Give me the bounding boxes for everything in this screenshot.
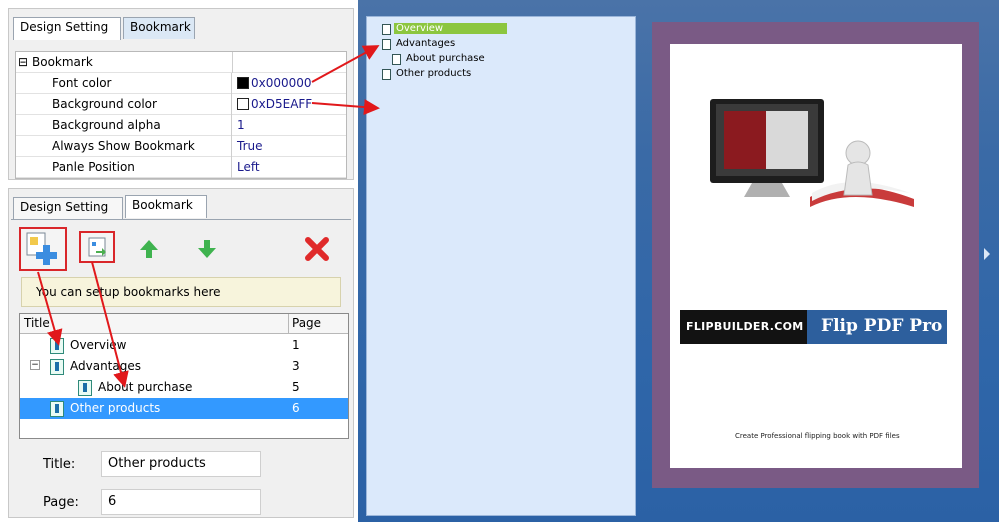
- arrow-background-color: [311, 99, 380, 116]
- arrow-add-bookmark: [37, 271, 63, 346]
- arrow-add-sub-bookmark: [91, 261, 129, 388]
- arrow-font-color: [311, 45, 380, 83]
- annotation-arrows: [37, 45, 380, 388]
